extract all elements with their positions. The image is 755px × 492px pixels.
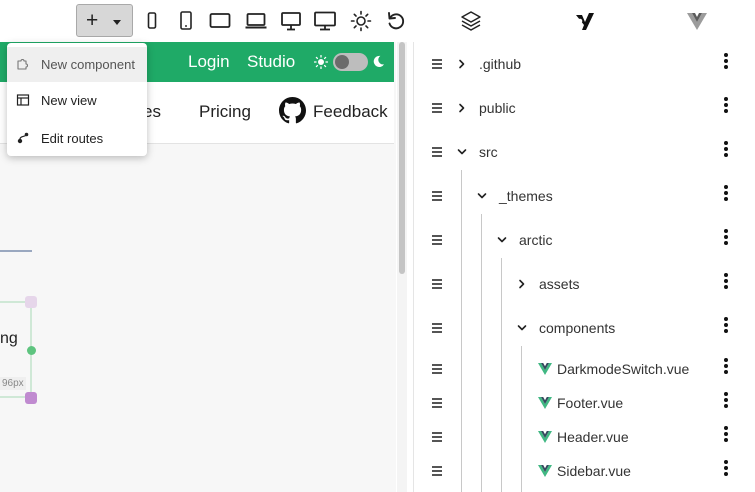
resize-handle-top-right[interactable] [25, 296, 37, 308]
puzzle-icon [17, 59, 28, 70]
drag-handle-icon[interactable] [432, 103, 442, 113]
tree-folder-row[interactable]: .github [414, 49, 755, 79]
more-options-icon[interactable] [723, 426, 729, 442]
chevron-down-icon[interactable] [457, 147, 467, 157]
more-options-icon[interactable] [723, 229, 729, 245]
mobile-small-icon[interactable] [141, 10, 163, 32]
chevron-right-icon[interactable] [457, 103, 467, 113]
menu-item-label: New view [41, 93, 97, 108]
tree-item-label: components [539, 320, 616, 336]
drag-handle-icon[interactable] [432, 398, 442, 408]
tree-item-label: arctic [519, 232, 553, 248]
tree-folder-row[interactable]: src [414, 137, 755, 167]
tree-file-row[interactable]: Header.vue [414, 422, 755, 452]
more-options-icon[interactable] [723, 185, 729, 201]
canvas-text: ng [0, 330, 18, 347]
resize-handle-right[interactable] [27, 346, 36, 355]
laptop-icon[interactable] [245, 10, 267, 32]
tree-item-label: .github [479, 56, 522, 72]
menu-item-edit-routes[interactable]: Edit routes [7, 121, 147, 156]
add-menu: New component New view Edit routes [7, 43, 147, 156]
tablet-icon[interactable] [209, 10, 231, 32]
plus-icon: + [86, 9, 99, 32]
drag-handle-icon[interactable] [432, 364, 442, 374]
tree-folder-row[interactable]: assets [414, 269, 755, 299]
layers-icon[interactable] [460, 10, 482, 32]
size-label: 96px [0, 377, 26, 390]
more-options-icon[interactable] [723, 392, 729, 408]
github-icon[interactable] [279, 97, 306, 124]
logo-icon[interactable] [574, 10, 596, 32]
vue-icon[interactable] [686, 10, 708, 32]
menu-item-label: Edit routes [41, 131, 104, 146]
drag-handle-icon[interactable] [432, 432, 442, 442]
resize-handle-bottom-right[interactable] [25, 392, 37, 404]
tree-folder-row[interactable]: arctic [414, 225, 755, 255]
more-options-icon[interactable] [723, 97, 729, 113]
more-options-icon[interactable] [723, 358, 729, 374]
sun-icon [314, 55, 328, 69]
vue-file-icon [538, 397, 552, 409]
nav-link-pricing[interactable]: Pricing [199, 102, 251, 122]
chevron-down-icon[interactable] [497, 235, 507, 245]
tree-folder-row[interactable]: public [414, 93, 755, 123]
more-options-icon[interactable] [723, 53, 729, 69]
app-window: + Login Studio es Pricing Feedback ng 96… [0, 0, 755, 492]
more-options-icon[interactable] [723, 141, 729, 157]
drag-handle-icon[interactable] [432, 235, 442, 245]
moon-icon [373, 55, 385, 67]
drag-handle-icon[interactable] [432, 279, 442, 289]
tree-folder-row[interactable]: _themes [414, 181, 755, 211]
drag-handle-icon[interactable] [432, 466, 442, 476]
tree-folder-row[interactable]: components [414, 313, 755, 343]
preview-scrollbar[interactable] [397, 42, 407, 492]
menu-item-new-view[interactable]: New view [7, 83, 147, 118]
desktop-icon[interactable] [280, 10, 302, 32]
tree-file-row[interactable]: Sidebar.vue [414, 456, 755, 486]
menu-item-new-component[interactable]: New component [7, 47, 147, 82]
tree-file-row[interactable]: DarkmodeSwitch.vue [414, 354, 755, 384]
top-toolbar: + [0, 0, 755, 42]
chevron-right-icon[interactable] [457, 59, 467, 69]
drag-handle-icon[interactable] [432, 59, 442, 69]
more-options-icon[interactable] [723, 273, 729, 289]
tree-item-label: Sidebar.vue [557, 463, 631, 479]
desktop-wide-icon[interactable] [314, 10, 336, 32]
tree-item-label: Header.vue [557, 429, 629, 445]
routes-icon [17, 132, 29, 144]
file-tree: .github public src _themesarctic assets compo… [413, 42, 755, 492]
add-button[interactable]: + [76, 4, 133, 37]
caret-down-icon [113, 20, 121, 25]
studio-link[interactable]: Studio [247, 52, 295, 72]
menu-item-label: New component [41, 57, 135, 72]
toggle-knob [335, 55, 349, 69]
darkmode-toggle[interactable] [333, 53, 368, 71]
more-options-icon[interactable] [723, 460, 729, 476]
vue-file-icon [538, 465, 552, 477]
layout-icon [16, 94, 30, 106]
tree-item-label: assets [539, 276, 580, 292]
chevron-right-icon[interactable] [517, 279, 527, 289]
refresh-icon[interactable] [385, 10, 407, 32]
preview-scroll-thumb[interactable] [399, 42, 405, 274]
tree-file-row[interactable]: Footer.vue [414, 388, 755, 418]
chevron-down-icon[interactable] [517, 323, 527, 333]
more-options-icon[interactable] [723, 317, 729, 333]
brightness-icon[interactable] [350, 10, 372, 32]
drag-handle-icon[interactable] [432, 323, 442, 333]
nav-link-feedback[interactable]: Feedback [313, 102, 388, 122]
canvas-divider [0, 250, 32, 252]
tree-item-label: _themes [499, 188, 553, 204]
tree-item-label: src [479, 144, 498, 160]
login-link[interactable]: Login [188, 52, 230, 72]
drag-handle-icon[interactable] [432, 191, 442, 201]
tree-item-label: Footer.vue [557, 395, 624, 411]
chevron-down-icon[interactable] [477, 191, 487, 201]
vue-file-icon [538, 363, 552, 375]
tree-item-label: DarkmodeSwitch.vue [557, 361, 690, 377]
mobile-icon[interactable] [175, 10, 197, 32]
tree-item-label: public [479, 100, 516, 116]
drag-handle-icon[interactable] [432, 147, 442, 157]
vue-file-icon [538, 431, 552, 443]
